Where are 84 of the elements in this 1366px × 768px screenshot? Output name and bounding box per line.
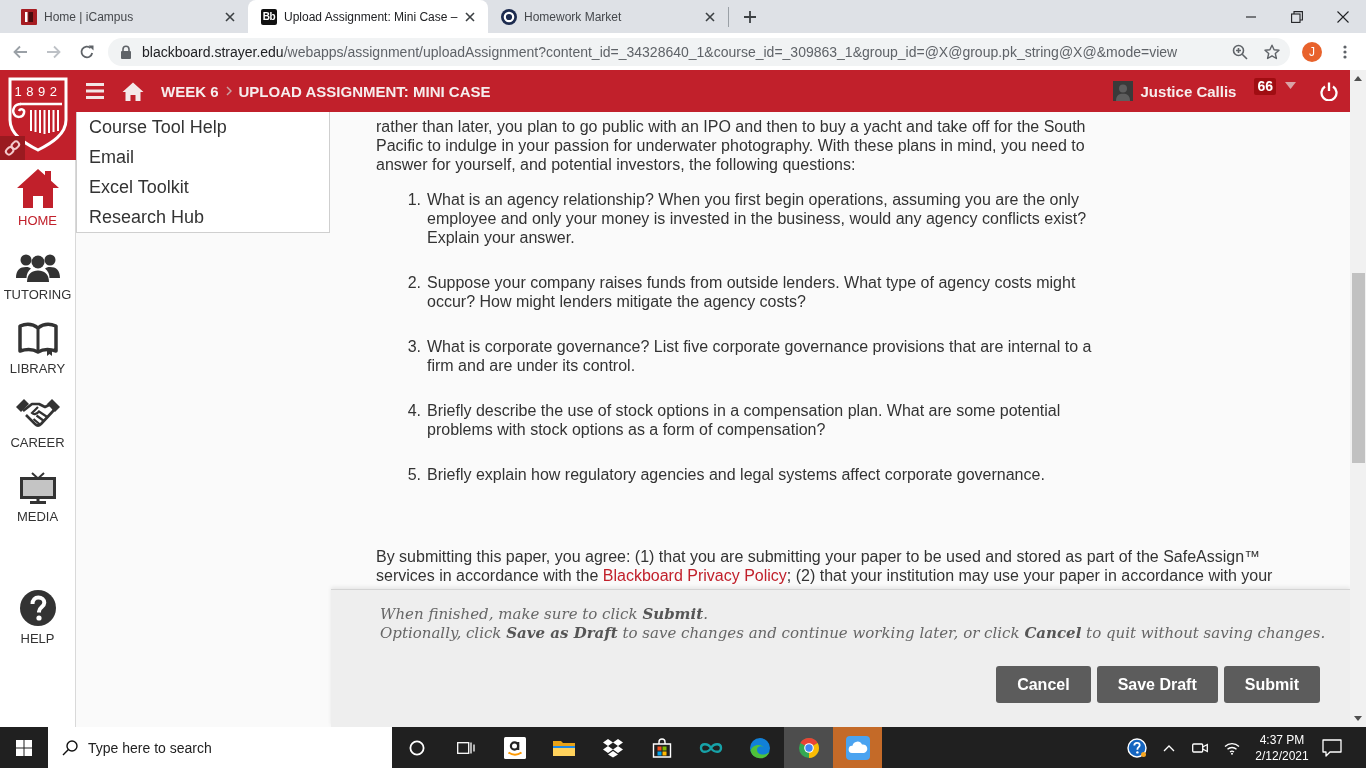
- zoom-in-icon[interactable]: [1232, 43, 1248, 60]
- page-title: UPLOAD ASSIGNMENT: MINI CASE: [238, 82, 491, 100]
- logo-panel[interactable]: 1892: [0, 70, 76, 160]
- link-icon[interactable]: [0, 136, 25, 160]
- cloud-icon: [845, 735, 870, 760]
- menu-item[interactable]: Email: [77, 142, 329, 172]
- menu-item[interactable]: Research Hub: [77, 202, 329, 232]
- question-text: What is corporate governance? List five corporate governance provisions that are internal to a firm and are under its control.: [427, 337, 1093, 375]
- help-icon: [19, 590, 56, 626]
- logo-year: 1892: [14, 84, 62, 99]
- body-text: rather than later, you plan to go public with an IPO and then to buy a yacht and take off for the South Pacific to indulge in your passion for underwater photography. With these plans in mind, you need to answer for yourself, and potential investors, the following questions:: [376, 117, 1087, 174]
- help-bubble-icon[interactable]: [1127, 737, 1147, 758]
- scroll-down-icon[interactable]: [1354, 716, 1362, 721]
- submit-button[interactable]: Submit: [1223, 666, 1320, 703]
- swirl-icon[interactable]: [748, 736, 771, 759]
- square-favicon-icon: [21, 8, 37, 25]
- scrollbar-thumb[interactable]: [1351, 273, 1365, 463]
- question-text: Suppose your company raises funds from outside lenders. What type of agency costs might occur? How might lenders mitigate the agency costs?: [427, 273, 1077, 311]
- agreement-text: By submitting this paper, you agree: (1) that you are submitting your paper to be used and stored as part of the SafeAssign™ services in accordance with the Blackboard Privacy Policy; (2) that your institution may use your paper in accordance with your: [376, 547, 1274, 585]
- browser-tab[interactable]: Homework Market: [488, 0, 728, 33]
- question-text: Briefly explain how regulatory agencies and legal systems affect corporate governance.: [427, 465, 1046, 484]
- chevron-up-icon[interactable]: [1162, 743, 1175, 752]
- new-tab-icon[interactable]: [742, 8, 758, 25]
- sidebar-nav-item[interactable]: LIBRARY: [0, 308, 75, 382]
- sidebar-nav-item[interactable]: HOME: [0, 160, 75, 234]
- windows-icon[interactable]: [16, 739, 32, 756]
- diamonds-icon[interactable]: [601, 737, 624, 758]
- search-icon: [62, 739, 78, 756]
- chrome-icon: [797, 736, 820, 759]
- scroll-up-icon[interactable]: [1354, 76, 1362, 81]
- smile-tile-icon[interactable]: [503, 736, 526, 759]
- close-icon[interactable]: [1337, 10, 1349, 23]
- wifi-icon[interactable]: [1224, 740, 1240, 755]
- home-icon[interactable]: [122, 81, 144, 101]
- restore-icon[interactable]: [1291, 10, 1303, 23]
- privacy-policy-link[interactable]: Blackboard Privacy Policy: [602, 567, 787, 584]
- sidebar-nav-item[interactable]: HELP: [0, 578, 75, 652]
- user-name[interactable]: Justice Callis: [1140, 82, 1237, 100]
- ring-icon[interactable]: [408, 739, 425, 756]
- question-number: 5.: [406, 465, 421, 484]
- power-icon[interactable]: [1320, 81, 1338, 101]
- site-favicon: Bb: [261, 8, 277, 25]
- infinity-icon[interactable]: [698, 741, 723, 754]
- lock-icon: [120, 44, 132, 59]
- clock-date[interactable]: 2/12/2021: [1255, 747, 1309, 764]
- people-icon: [15, 254, 60, 282]
- ring-favicon-icon: [501, 8, 517, 25]
- question-number: 1.: [406, 190, 421, 210]
- question-number: 2.: [406, 273, 421, 293]
- question-text: Briefly describe the use of stock options in a compensation plan. What are some potential problems with stock options as a form of compensation?: [427, 401, 1062, 439]
- menu-item[interactable]: Course Tool Help: [77, 112, 329, 142]
- cancel-button[interactable]: Cancel: [996, 666, 1091, 703]
- sidebar-nav-item[interactable]: TUTORING: [0, 234, 75, 308]
- user-avatar-icon: [1112, 81, 1133, 101]
- menu-item[interactable]: Excel Toolkit: [77, 172, 329, 202]
- taskbar-search-field[interactable]: Type here to search: [48, 727, 392, 768]
- caret-icon[interactable]: [1285, 82, 1296, 89]
- taskbar-button[interactable]: [784, 727, 833, 768]
- sidebar-nav-item[interactable]: MEDIA: [0, 456, 75, 530]
- browser-tab[interactable]: Bb Upload Assignment: Mini Case –: [248, 0, 488, 33]
- menu-icon[interactable]: [86, 83, 104, 99]
- breadcrumb-link[interactable]: WEEK 6: [161, 82, 219, 100]
- question-text: What is an agency relationship? When you first begin operations, assuming you are the only employee and only your money is invested in the business, would any agency conflicts exist? Explain your answer.: [427, 190, 1088, 247]
- star-icon[interactable]: [1264, 43, 1280, 60]
- clock-time[interactable]: 4:37 PM: [1259, 731, 1305, 748]
- house-icon: [15, 168, 60, 208]
- handshake-icon: [14, 398, 61, 430]
- notification-icon[interactable]: [1322, 738, 1342, 757]
- task-view-icon[interactable]: [456, 739, 475, 756]
- taskbar-button[interactable]: [833, 727, 882, 768]
- book-icon: [17, 322, 58, 356]
- address-bar[interactable]: blackboard.strayer.edu/webapps/assignment/uploadAssignment?content_id=_34328640_1&course_id=_309863_1&group_id=@X@group.pk_string@X@&mode=view: [108, 37, 1290, 66]
- question-number: 3.: [406, 337, 421, 357]
- video-camera-icon[interactable]: [1192, 740, 1208, 755]
- save-draft-button[interactable]: Save Draft: [1096, 666, 1218, 703]
- browser-tab[interactable]: Home | iCampus: [8, 0, 248, 33]
- shopping-bag-icon[interactable]: [651, 737, 672, 758]
- back-icon[interactable]: [12, 43, 28, 60]
- sidebar-nav-item[interactable]: CAREER: [0, 382, 75, 456]
- reload-icon[interactable]: [79, 43, 95, 60]
- question-number: 4.: [406, 401, 421, 421]
- instruction-text: When finished, make sure to click Submit.: [380, 605, 709, 624]
- chevron-icon: [225, 86, 232, 96]
- notification-badge[interactable]: 66: [1254, 78, 1276, 95]
